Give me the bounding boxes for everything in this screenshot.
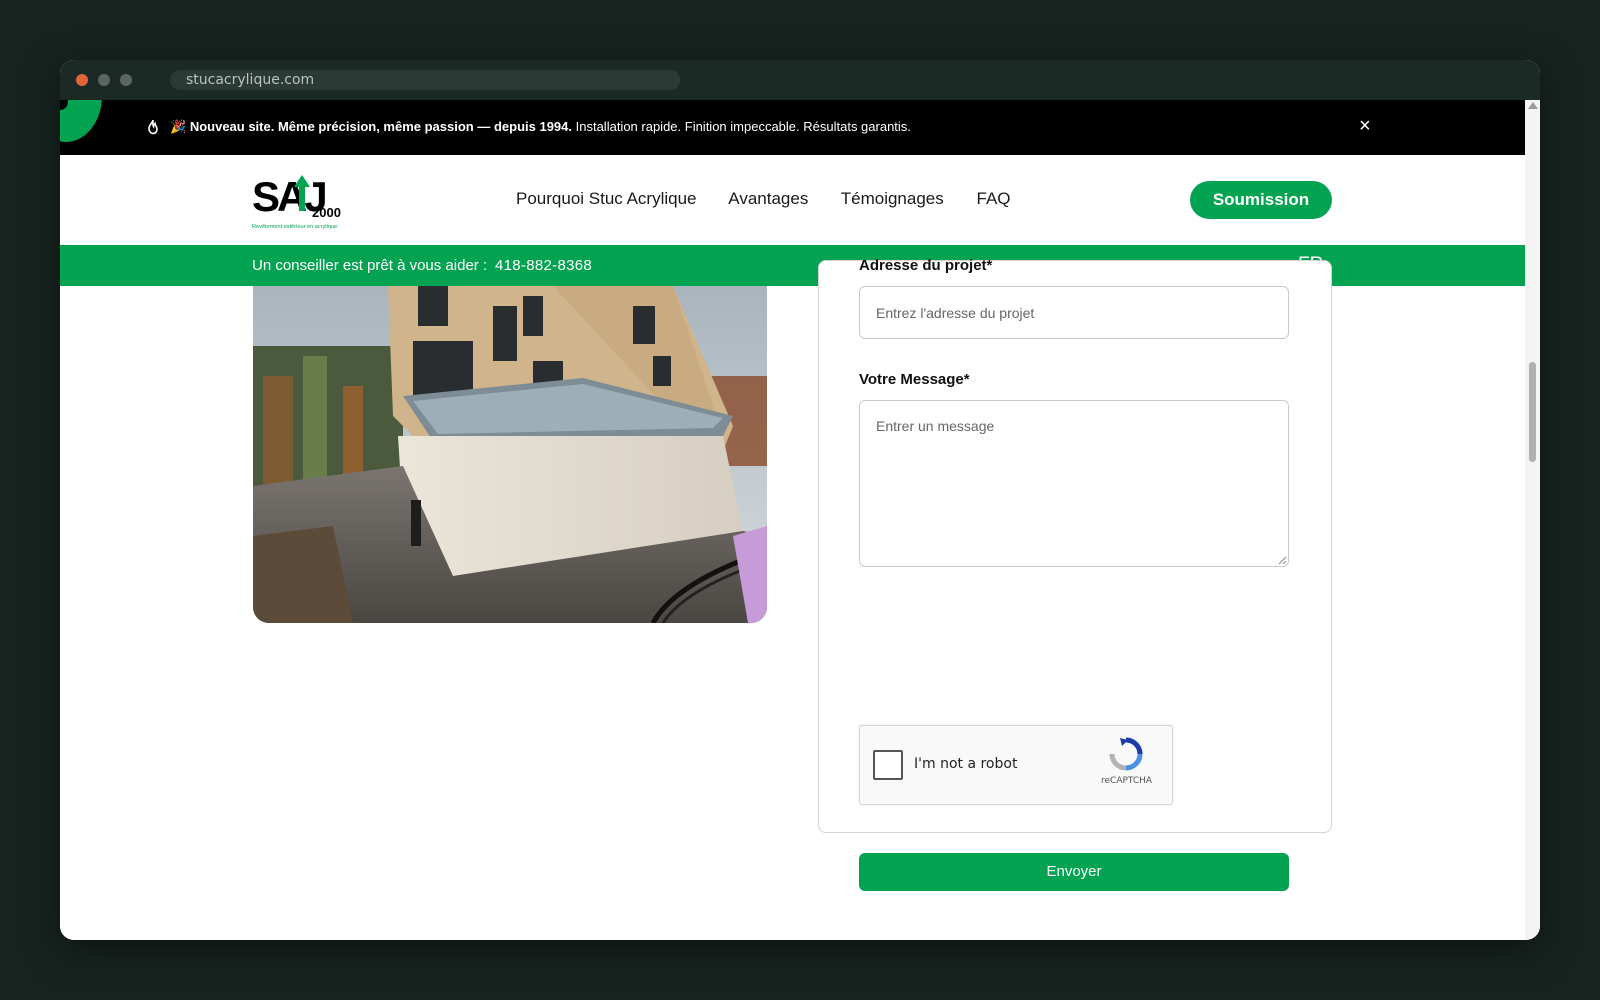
logo-tagline: Revêtement extérieur en acrylique <box>252 224 337 230</box>
recaptcha-brand: reCAPTCHA <box>1101 776 1153 786</box>
nav-faq[interactable]: FAQ <box>977 189 1011 208</box>
close-icon[interactable]: × <box>1359 116 1371 136</box>
contact-label: Un conseiller est prêt à vous aider : <box>252 257 488 274</box>
scroll-up-icon[interactable] <box>1528 102 1538 109</box>
party-emoji: 🎉 <box>170 119 187 134</box>
announcement-text: 🎉 Nouveau site. Même précision, même pas… <box>170 119 911 135</box>
page-viewport: 🎉 Nouveau site. Même précision, même pas… <box>60 100 1525 940</box>
browser-titlebar: stucacrylique.com <box>60 60 1540 100</box>
phone-link[interactable]: 418-882-8368 <box>495 257 592 274</box>
announcement-bar: 🎉 Nouveau site. Même précision, même pas… <box>60 100 1525 155</box>
recaptcha-label: I'm not a robot <box>914 756 1018 772</box>
recaptcha-icon <box>1109 737 1143 771</box>
site-header: SAJ 2000 Revêtement extérieur en acryliq… <box>60 155 1525 245</box>
minimize-window-button[interactable] <box>98 74 110 86</box>
nav-avantages[interactable]: Avantages <box>728 189 808 208</box>
close-window-button[interactable] <box>76 74 88 86</box>
address-label: Adresse du projet* <box>859 257 993 274</box>
soumission-button[interactable]: Soumission <box>1190 181 1332 219</box>
submit-button[interactable]: Envoyer <box>859 853 1289 891</box>
recaptcha-widget: I'm not a robot reCAPTCHA <box>859 725 1173 805</box>
logo-year: 2000 <box>312 205 341 220</box>
message-textarea[interactable]: Entrer un message <box>859 400 1289 567</box>
recaptcha-checkbox[interactable] <box>873 750 903 780</box>
address-input[interactable]: Entrez l'adresse du projet <box>859 286 1289 339</box>
saj-logo[interactable]: SAJ 2000 Revêtement extérieur en acryliq… <box>252 171 347 231</box>
flame-icon <box>148 119 158 135</box>
announcement-regular-text: Installation rapide. Finition impeccable… <box>572 119 911 134</box>
main-nav: Pourquoi Stuc Acrylique Avantages Témoig… <box>516 189 1039 209</box>
nav-temoignages[interactable]: Témoignages <box>841 189 944 208</box>
address-bar[interactable]: stucacrylique.com <box>170 70 680 90</box>
page-scrollbar[interactable] <box>1525 100 1540 940</box>
announcement-bold-text: Nouveau site. Même précision, même passi… <box>189 119 573 134</box>
nav-pourquoi[interactable]: Pourquoi Stuc Acrylique <box>516 189 697 208</box>
project-photo <box>253 286 767 623</box>
maximize-window-button[interactable] <box>120 74 132 86</box>
browser-window: stucacrylique.com 🎉 Nouveau site. Même p… <box>60 60 1540 940</box>
resize-handle-icon[interactable] <box>1278 556 1287 565</box>
scroll-thumb[interactable] <box>1529 362 1536 462</box>
contact-form: Adresse du projet* Entrez l'adresse du p… <box>818 257 1332 891</box>
decorative-circle <box>60 100 102 142</box>
message-label: Votre Message* <box>859 371 970 388</box>
